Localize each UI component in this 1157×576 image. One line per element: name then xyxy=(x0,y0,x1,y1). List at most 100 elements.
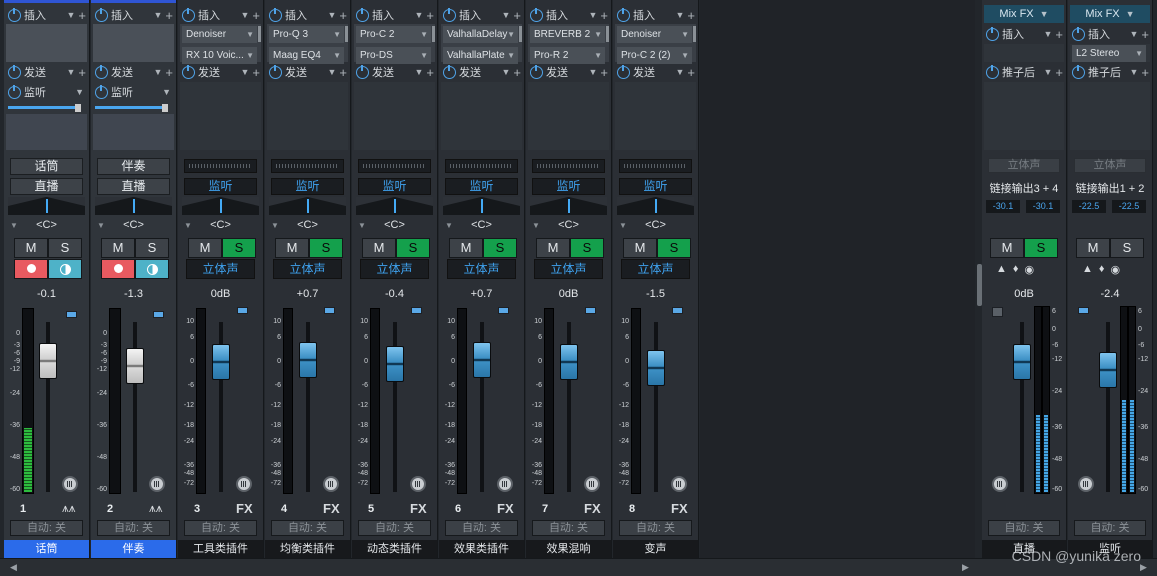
output-options[interactable]: ▲ ♦ ◉ xyxy=(1082,260,1120,278)
automation-mode[interactable]: 自动: 关 xyxy=(358,520,431,536)
dropdown-arrow-icon[interactable]: ▼ xyxy=(1129,29,1138,39)
power-icon[interactable] xyxy=(182,7,195,22)
solo-button[interactable]: S xyxy=(570,238,604,258)
send-slider-handle[interactable] xyxy=(75,104,81,112)
insert-scrollbar[interactable] xyxy=(606,26,609,42)
stereo-mode-button[interactable]: 立体声 xyxy=(273,259,342,279)
panel-splitter[interactable] xyxy=(977,264,982,306)
power-icon[interactable] xyxy=(443,7,456,22)
power-icon[interactable] xyxy=(986,64,999,79)
power-icon[interactable] xyxy=(95,7,108,22)
add-icon[interactable]: + xyxy=(78,65,86,80)
insert-scrollbar[interactable] xyxy=(432,26,435,42)
power-icon[interactable] xyxy=(443,64,456,79)
dropdown-arrow-icon[interactable]: ▼ xyxy=(675,10,684,20)
plugin-slot[interactable]: Pro-R 2 ▼ xyxy=(530,47,605,64)
add-icon[interactable]: + xyxy=(687,8,695,23)
automation-mode[interactable]: 自动: 关 xyxy=(1074,520,1146,536)
mute-button[interactable]: M xyxy=(362,238,396,258)
mute-button[interactable]: M xyxy=(623,238,657,258)
plugin-slot[interactable]: Pro-DS ▼ xyxy=(356,47,431,64)
dropdown-arrow-icon[interactable]: ▼ xyxy=(1135,45,1143,62)
channel-edit-button[interactable] xyxy=(236,476,252,492)
monitor-button[interactable]: 监听 xyxy=(271,178,344,195)
link-icon[interactable]: ◉ xyxy=(1111,263,1121,276)
insert-header[interactable]: 插入 ▼ + xyxy=(984,25,1064,43)
insert-header[interactable]: 插入 ▼ + xyxy=(354,6,435,24)
dropdown-arrow-icon[interactable]: ▼ xyxy=(153,10,162,20)
mute-button[interactable]: M xyxy=(1076,238,1110,258)
pan-control[interactable] xyxy=(356,197,433,215)
channel-edit-button[interactable] xyxy=(149,476,165,492)
insert-pane[interactable]: Pro-Q 3 ▼ Maag EQ4 ▼ xyxy=(267,24,348,64)
solo-button[interactable]: S xyxy=(657,238,691,258)
solo-button[interactable]: S xyxy=(1024,238,1058,258)
dropdown-arrow-icon[interactable]: ▼ xyxy=(420,47,428,64)
monitor-button[interactable]: 监听 xyxy=(445,178,518,195)
plugin-slot[interactable]: Pro-C 2 (2) ▼ xyxy=(617,47,692,64)
dropdown-arrow-icon[interactable]: ▼ xyxy=(681,26,689,43)
send-header[interactable]: 发送 ▼ + xyxy=(354,63,435,81)
solo-button[interactable]: S xyxy=(222,238,256,258)
add-icon[interactable]: + xyxy=(513,8,521,23)
waveform-icon[interactable]: ⩚⩚ xyxy=(149,501,163,516)
mute-button[interactable]: M xyxy=(188,238,222,258)
power-icon[interactable] xyxy=(269,64,282,79)
insert-header[interactable]: 插入 ▼ + xyxy=(6,6,87,24)
mic-icon[interactable]: ♦ xyxy=(1013,263,1019,275)
pan-control[interactable] xyxy=(443,197,520,215)
insert-header[interactable]: 插入 ▼ + xyxy=(180,6,261,24)
channel-name[interactable]: 变声 xyxy=(613,540,698,558)
stereo-mode-button[interactable]: 立体声 xyxy=(186,259,255,279)
dropdown-arrow-icon[interactable]: ▼ xyxy=(246,26,254,43)
power-icon[interactable] xyxy=(1072,64,1085,79)
insert-header[interactable]: 插入 ▼ + xyxy=(441,6,522,24)
add-icon[interactable]: + xyxy=(600,65,608,80)
add-icon[interactable]: + xyxy=(165,8,173,23)
channel-edit-button[interactable] xyxy=(323,476,339,492)
dropdown-arrow-icon[interactable]: ▼ xyxy=(75,87,84,97)
volume-fader[interactable] xyxy=(126,348,144,384)
automation-mode[interactable]: 自动: 关 xyxy=(97,520,170,536)
metronome-icon[interactable]: ▲ xyxy=(996,263,1007,275)
dropdown-arrow-icon[interactable]: ▼ xyxy=(414,67,423,77)
volume-fader[interactable] xyxy=(39,343,57,379)
add-icon[interactable]: + xyxy=(78,8,86,23)
send-header[interactable]: 发送 ▼ + xyxy=(93,63,174,81)
insert-pane[interactable] xyxy=(93,24,174,62)
dropdown-arrow-icon[interactable]: ▼ xyxy=(594,47,602,64)
send-header[interactable]: 发送 ▼ + xyxy=(615,63,696,81)
add-icon[interactable]: + xyxy=(252,65,260,80)
insert-pane[interactable]: Denoiser ▼ Pro-C 2 (2) ▼ xyxy=(615,24,696,64)
send-header[interactable]: 发送 ▼ + xyxy=(6,63,87,81)
send-level-slider[interactable] xyxy=(8,106,77,109)
add-icon[interactable]: + xyxy=(165,65,173,80)
dropdown-arrow-icon[interactable]: ▼ xyxy=(588,10,597,20)
dropdown-arrow-icon[interactable]: ▼ xyxy=(414,10,423,20)
mute-button[interactable]: M xyxy=(14,238,48,258)
volume-fader[interactable] xyxy=(560,344,578,380)
power-icon[interactable] xyxy=(617,7,630,22)
power-icon[interactable] xyxy=(1072,26,1085,41)
monitor-button[interactable]: 监听 xyxy=(532,178,605,195)
power-icon[interactable] xyxy=(8,84,21,99)
record-arm-button[interactable] xyxy=(14,259,48,279)
mute-button[interactable]: M xyxy=(536,238,570,258)
volume-fader[interactable] xyxy=(473,342,491,378)
send-slider-handle[interactable] xyxy=(162,104,168,112)
insert-header[interactable]: 插入 ▼ + xyxy=(528,6,609,24)
dropdown-arrow-icon[interactable]: ▼ xyxy=(333,26,341,43)
post-fader-header[interactable]: 推子后 ▼ + xyxy=(1070,63,1150,81)
mute-button[interactable]: M xyxy=(449,238,483,258)
dropdown-arrow-icon[interactable]: ▼ xyxy=(327,67,336,77)
power-icon[interactable] xyxy=(530,7,543,22)
route-tag[interactable]: 直播 xyxy=(10,178,83,195)
monitor-button[interactable]: 监听 xyxy=(184,178,257,195)
volume-fader[interactable] xyxy=(1013,344,1031,380)
fx-button[interactable]: FX xyxy=(584,501,601,516)
monitor-button[interactable]: 监听 xyxy=(619,178,692,195)
send-header[interactable]: 发送 ▼ + xyxy=(528,63,609,81)
add-icon[interactable]: + xyxy=(426,65,434,80)
pan-control[interactable] xyxy=(269,197,346,215)
automation-mode[interactable]: 自动: 关 xyxy=(10,520,83,536)
